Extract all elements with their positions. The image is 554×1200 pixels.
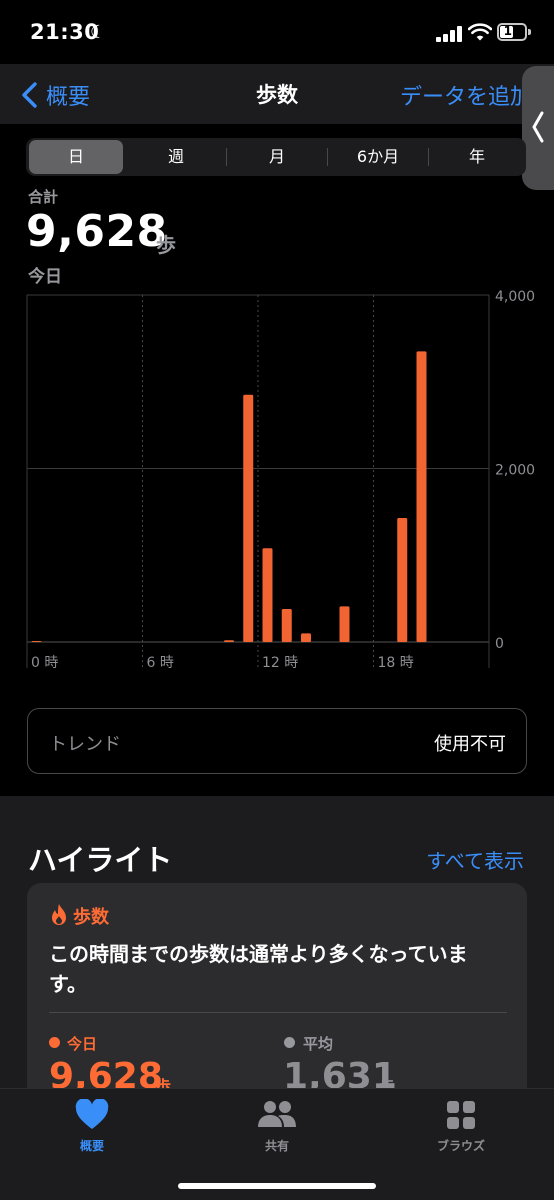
- today-label: 今日: [67, 1035, 98, 1053]
- bar-hour-14: [301, 633, 311, 642]
- y-tick-label: 2,000: [495, 463, 535, 479]
- x-tick-label: 12 時: [262, 655, 298, 671]
- x-tick-label: 18 時: [378, 655, 414, 671]
- bar-hour-19: [397, 517, 408, 642]
- nav-bar: 概要 歩数 データを追加: [0, 64, 554, 124]
- home-indicator: [178, 1183, 376, 1189]
- status-time: 21:30: [30, 20, 100, 44]
- tab-browse[interactable]: ブラウズ: [401, 1099, 521, 1154]
- tab-summary-label: 概要: [79, 1139, 104, 1153]
- segment-year[interactable]: 年: [429, 140, 525, 174]
- steps-bar-chart[interactable]: 0 時 6 時 12 時 18 時 4,000 2,000 0: [0, 286, 554, 676]
- side-panel-handle[interactable]: [522, 66, 554, 190]
- average-dot: [284, 1037, 295, 1048]
- bar-hour-12: [262, 548, 273, 642]
- add-data-button[interactable]: データを追加: [400, 79, 532, 111]
- highlight-category: 歩数: [73, 907, 109, 928]
- people-icon: [258, 1101, 296, 1127]
- summary-label: 合計: [28, 188, 59, 206]
- tab-sharing[interactable]: 共有: [217, 1099, 337, 1154]
- summary-date: 今日: [28, 267, 62, 287]
- status-bar: 21:30 ☾ 15: [0, 0, 554, 64]
- bar-hour-13: [281, 609, 292, 642]
- x-tick-label: 0 時: [31, 655, 58, 671]
- grid-icon: [447, 1101, 475, 1129]
- today-dot: [49, 1037, 60, 1048]
- highlight-text: この時間までの歩数は通常より多くなっています。: [49, 942, 468, 996]
- battery-level: 15: [503, 24, 521, 38]
- flame-icon: [52, 904, 66, 925]
- bar-hour-20: [416, 351, 427, 642]
- segment-week[interactable]: 週: [126, 140, 226, 174]
- trend-row[interactable]: トレンド 使用不可: [27, 708, 527, 774]
- heart-icon: [75, 1099, 109, 1129]
- segment-month[interactable]: 月: [227, 140, 327, 174]
- wifi-icon: [468, 23, 492, 41]
- moon-icon: ☾: [90, 22, 107, 43]
- chevron-left-icon: [532, 111, 544, 143]
- tab-summary[interactable]: 概要: [32, 1099, 152, 1154]
- summary-value: 9,628: [26, 206, 168, 257]
- battery-icon: 15: [497, 23, 527, 41]
- segment-6month[interactable]: 6か月: [328, 140, 428, 174]
- bar-hour-16: [339, 606, 350, 642]
- summary-unit: 歩: [156, 233, 176, 257]
- bar-hour-10: [224, 640, 234, 642]
- highlights-title: ハイライト: [28, 843, 173, 877]
- trend-value: 使用不可: [434, 734, 506, 755]
- tab-sharing-label: 共有: [264, 1139, 289, 1153]
- trend-label: トレンド: [49, 734, 121, 755]
- signal-icon: [436, 26, 462, 42]
- segment-day[interactable]: 日: [29, 140, 123, 174]
- period-segmented-control: 日 週 月 6か月 年: [26, 138, 526, 176]
- y-tick-label: 0: [495, 636, 504, 652]
- bar-hour-11: [243, 394, 254, 642]
- tab-browse-label: ブラウズ: [436, 1139, 485, 1153]
- y-tick-label: 4,000: [495, 289, 535, 305]
- x-tick-label: 6 時: [147, 655, 174, 671]
- show-all-button[interactable]: すべて表示: [426, 845, 524, 874]
- bar-hour-0: [31, 641, 42, 642]
- average-label: 平均: [303, 1035, 334, 1053]
